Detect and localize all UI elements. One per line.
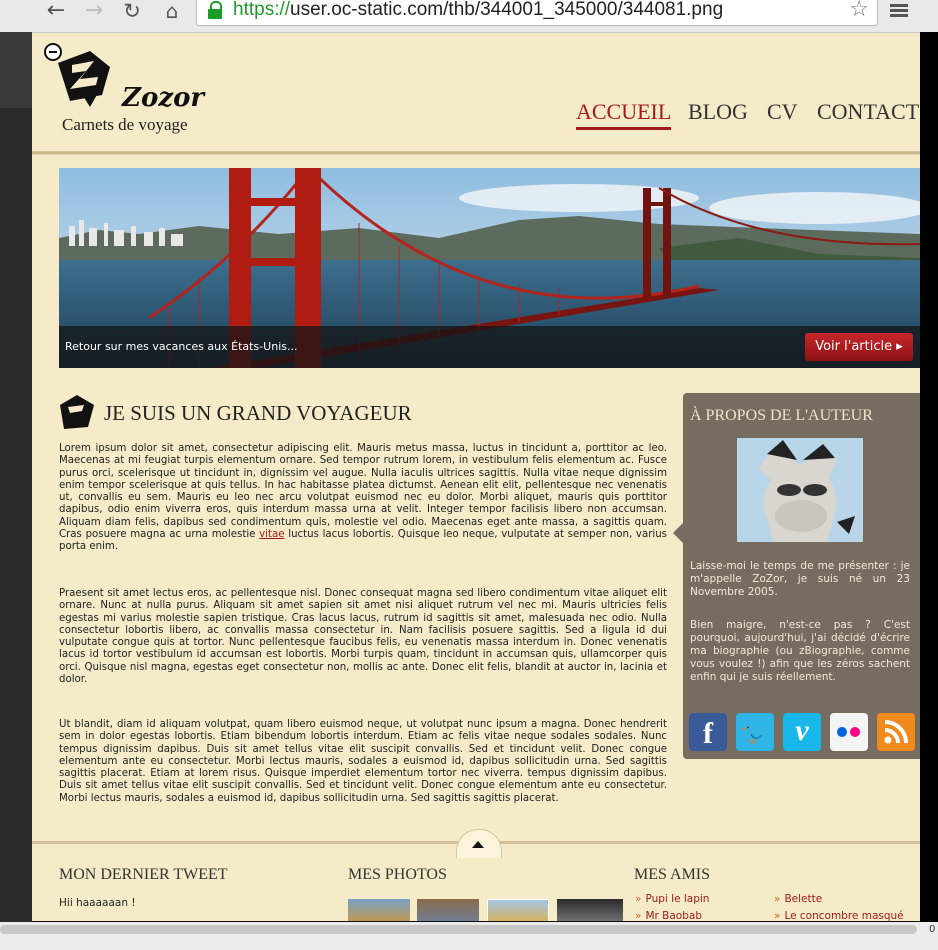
url-scheme: https:// xyxy=(233,0,291,20)
url-text[interactable]: https://user.oc-static.com/thb/344001_34… xyxy=(233,0,723,21)
scrollbar-thumb[interactable] xyxy=(0,925,917,934)
hero-banner: Retour sur mes vacances aux États-Unis..… xyxy=(59,168,920,368)
twitter-icon[interactable]: 🐦 xyxy=(736,713,774,751)
photo-thumbnail[interactable] xyxy=(557,899,623,921)
nav-item-blog[interactable]: BLOG xyxy=(688,99,748,125)
friend-link[interactable]: » Pupi le lapin xyxy=(635,893,709,905)
scroll-counter: 0 xyxy=(929,924,936,935)
home-icon[interactable]: ⌂ xyxy=(160,0,184,26)
footer-tweet-heading: MON DERNIER TWEET xyxy=(59,866,228,883)
hero-caption-bar: Retour sur mes vacances aux États-Unis..… xyxy=(59,326,920,368)
lock-icon xyxy=(207,1,223,19)
friend-link[interactable]: » Mr Baobab xyxy=(635,910,702,921)
web-page: Zozor Carnets de voyage ACCUEIL BLOG CV … xyxy=(32,33,920,921)
left-window-edge xyxy=(0,32,32,922)
browser-toolbar: ← → ↻ ⌂ https://user.oc-static.com/thb/3… xyxy=(0,0,938,33)
hamburger-icon[interactable] xyxy=(890,2,908,19)
author-intro: Laisse-moi le temps de me présenter : je… xyxy=(690,560,910,598)
arrow-left-icon[interactable]: ← xyxy=(44,0,68,26)
article-paragraph-3: Ut blandit, diam id aliquam volutpat, qu… xyxy=(59,719,667,804)
address-bar[interactable]: https://user.oc-static.com/thb/344001_34… xyxy=(196,0,878,26)
arrow-right-icon[interactable]: → xyxy=(82,0,106,26)
footer-photos-heading: MES PHOTOS xyxy=(348,866,447,883)
author-bio: Bien maigre, n'est-ce pas ? C'est pourqu… xyxy=(690,619,910,683)
logo-icon[interactable] xyxy=(50,45,120,109)
friend-name: Pupi le lapin xyxy=(645,893,710,905)
nav-item-cv[interactable]: CV xyxy=(767,99,798,125)
right-window-edge xyxy=(920,32,938,922)
site-tagline: Carnets de voyage xyxy=(62,115,188,134)
article-paragraph-2: Praesent sit amet lectus eros, ac pellen… xyxy=(59,588,667,686)
vimeo-icon[interactable]: v xyxy=(783,713,821,751)
paragraph-text: Lorem ipsum dolor sit amet, consectetur … xyxy=(59,443,667,541)
photo-thumbnail[interactable] xyxy=(417,899,479,921)
read-article-button[interactable]: Voir l'article ▸ xyxy=(805,333,913,361)
inline-link[interactable]: vitae xyxy=(259,529,284,540)
reload-icon[interactable]: ↻ xyxy=(120,0,144,26)
site-name[interactable]: Zozor xyxy=(122,83,204,113)
nav-item-accueil[interactable]: ACCUEIL xyxy=(576,99,672,130)
friend-name: Le concombre masqué xyxy=(784,910,904,921)
flickr-icon[interactable] xyxy=(830,713,868,751)
about-author-panel: À PROPOS DE L'AUTEUR Laisse-moi le temps… xyxy=(673,393,920,759)
photo-thumbnail[interactable] xyxy=(487,899,549,921)
friend-name: Mr Baobab xyxy=(645,910,702,921)
friend-name: Belette xyxy=(784,893,823,905)
url-path: user.oc-static.com/thb/344001_345000/344… xyxy=(290,0,724,20)
horizontal-scrollbar[interactable]: 0 xyxy=(0,922,938,950)
article-title: JE SUIS UN GRAND VOYAGEUR xyxy=(104,401,412,425)
friend-link[interactable]: » Belette xyxy=(774,893,822,905)
friend-link[interactable]: » Le concombre masqué xyxy=(774,910,904,921)
article-cube-icon xyxy=(60,395,94,429)
author-avatar xyxy=(737,438,863,542)
article-paragraph-1: Lorem ipsum dolor sit amet, consectetur … xyxy=(59,443,667,554)
photo-thumbnail[interactable] xyxy=(348,899,410,921)
footer-friends-heading: MES AMIS xyxy=(634,866,711,883)
about-author-title: À PROPOS DE L'AUTEUR xyxy=(690,407,873,424)
facebook-icon[interactable]: f xyxy=(689,713,727,751)
header-divider xyxy=(32,151,920,155)
nav-item-contact[interactable]: CONTACT xyxy=(817,99,919,125)
star-icon[interactable]: ☆ xyxy=(849,0,869,21)
footer-toggle-button[interactable] xyxy=(456,829,502,858)
hero-caption: Retour sur mes vacances aux États-Unis..… xyxy=(65,340,298,353)
rss-icon[interactable] xyxy=(877,713,915,751)
latest-tweet: Hii haaaaaan ! xyxy=(59,897,136,909)
